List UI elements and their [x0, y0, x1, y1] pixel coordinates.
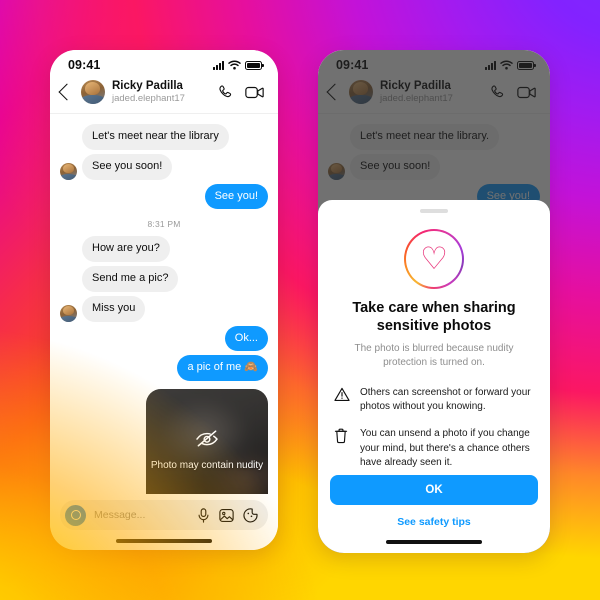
message-bubble-outgoing[interactable]: Ok...	[224, 325, 268, 352]
sheet-subtitle: The photo is blurred because nudity prot…	[354, 343, 514, 369]
instagram-nudity-protection-screenshot: 09:41 Ricky Padilla jaded.elephant17 Let…	[0, 0, 600, 600]
message-row: See you soon!	[328, 153, 540, 180]
composer-actions	[197, 507, 258, 523]
wifi-icon	[500, 60, 513, 70]
list-item-text: Others can screenshot or forward your ph…	[360, 386, 531, 413]
blurred-photo-overlay: Photo may contain nudity	[151, 428, 263, 472]
message-bubble-incoming[interactable]: Let's meet near the library	[82, 124, 229, 150]
status-bar-icons	[485, 60, 536, 70]
contact-name: Ricky Padilla	[380, 80, 451, 92]
warning-triangle-icon	[334, 386, 350, 407]
home-indicator	[50, 534, 278, 550]
message-input[interactable]: Message...	[94, 509, 189, 521]
message-row: Let's meet near the library.	[328, 124, 540, 150]
message-bubble-incoming[interactable]: How are you?	[82, 236, 170, 263]
header-actions	[489, 84, 536, 101]
photo-gallery-icon[interactable]	[219, 508, 234, 523]
status-bar-icons	[213, 60, 264, 70]
avatar[interactable]	[60, 162, 77, 180]
message-row: Miss you	[60, 295, 268, 322]
sheet-footer: OK See safety tips	[318, 475, 550, 528]
contact-handle: jaded.elephant17	[112, 92, 185, 104]
message-bubble-incoming[interactable]: Send me a pic?	[82, 266, 179, 292]
header-actions	[217, 84, 264, 101]
instagram-heart-glyph: ♡	[420, 240, 448, 276]
sheet-title: Take care when sharing sensitive photos	[352, 300, 516, 334]
drag-handle[interactable]	[318, 200, 550, 217]
message-composer: Message...	[50, 494, 278, 534]
message-row: See you!	[60, 183, 268, 210]
phone-call-icon[interactable]	[489, 84, 506, 101]
phone-call-icon[interactable]	[217, 84, 234, 101]
contact-name: Ricky Padilla	[112, 80, 183, 92]
home-indicator	[318, 528, 550, 553]
message-row: Send me a pic?	[60, 266, 268, 292]
phone-left: 09:41 Ricky Padilla jaded.elephant17 Let…	[50, 50, 278, 550]
message-thread[interactable]: Let's meet near the library See you soon…	[50, 114, 278, 494]
video-camera-icon[interactable]	[245, 85, 264, 100]
wifi-icon	[228, 60, 241, 70]
phone-right: 09:41 Ricky Padilla jaded.elephant17 Let…	[318, 50, 550, 553]
blurred-photo[interactable]: Photo may contain nudity	[146, 389, 268, 494]
back-chevron-icon[interactable]	[58, 83, 76, 101]
avatar[interactable]	[349, 80, 373, 105]
avatar[interactable]	[81, 80, 105, 105]
message-row: How are you?	[60, 236, 268, 263]
list-item-text: You can unsend a photo if you change you…	[360, 428, 530, 468]
see-safety-tips-link[interactable]: See safety tips	[330, 516, 538, 528]
trash-can-icon	[334, 427, 350, 449]
chat-screen-with-sheet: 09:41 Ricky Padilla jaded.elephant17 Let…	[318, 50, 550, 553]
contact-identity[interactable]: Ricky Padilla jaded.elephant17	[380, 80, 482, 104]
message-bubble-incoming[interactable]: Miss you	[82, 295, 146, 322]
contact-handle: jaded.elephant17	[380, 92, 453, 104]
eye-slash-icon	[196, 430, 218, 447]
avatar[interactable]	[60, 304, 77, 322]
status-bar-time: 09:41	[68, 58, 101, 72]
status-bar-time: 09:41	[336, 58, 369, 72]
microphone-icon[interactable]	[197, 507, 210, 523]
message-row: Ok...	[60, 325, 268, 352]
cellular-signal-icon	[485, 60, 496, 70]
message-bubble-outgoing[interactable]: a pic of me 🙈	[177, 355, 268, 382]
message-row: See you soon!	[60, 153, 268, 180]
chat-screen: 09:41 Ricky Padilla jaded.elephant17 Let…	[50, 50, 278, 550]
list-item: Others can screenshot or forward your ph…	[334, 386, 532, 414]
message-row: Let's meet near the library	[60, 124, 268, 150]
chat-header: Ricky Padilla jaded.elephant17	[50, 76, 278, 115]
battery-full-icon	[517, 60, 536, 70]
cellular-signal-icon	[213, 60, 224, 70]
composer-bar[interactable]: Message...	[60, 500, 268, 530]
message-bubble-incoming: See you soon!	[350, 153, 441, 180]
nudity-protection-sheet: ♡ Take care when sharing sensitive photo…	[318, 200, 550, 553]
chat-header: Ricky Padilla jaded.elephant17	[318, 76, 550, 115]
back-chevron-icon[interactable]	[326, 83, 344, 101]
message-bubble-outgoing[interactable]: See you!	[204, 183, 268, 210]
instagram-heart-icon: ♡	[404, 229, 464, 289]
blurred-photo-label: Photo may contain nudity	[150, 460, 264, 472]
ok-button[interactable]: OK	[330, 475, 538, 505]
sheet-bullets: Others can screenshot or forward your ph…	[334, 386, 532, 470]
sticker-icon[interactable]	[243, 507, 258, 523]
video-camera-icon[interactable]	[517, 85, 536, 100]
contact-identity[interactable]: Ricky Padilla jaded.elephant17	[112, 80, 210, 104]
photo-attachment[interactable]: Photo may contain nudity Tap and hold to…	[60, 389, 268, 494]
camera-icon[interactable]	[65, 504, 86, 526]
message-row: a pic of me 🙈	[60, 355, 268, 382]
list-item: You can unsend a photo if you change you…	[334, 427, 532, 470]
message-bubble-incoming: Let's meet near the library.	[350, 124, 500, 150]
avatar	[328, 162, 345, 180]
status-bar: 09:41	[50, 50, 278, 76]
thread-timestamp: 8:31 PM	[147, 219, 181, 230]
message-bubble-incoming[interactable]: See you soon!	[82, 153, 173, 180]
status-bar: 09:41	[318, 50, 550, 76]
battery-full-icon	[245, 60, 264, 70]
